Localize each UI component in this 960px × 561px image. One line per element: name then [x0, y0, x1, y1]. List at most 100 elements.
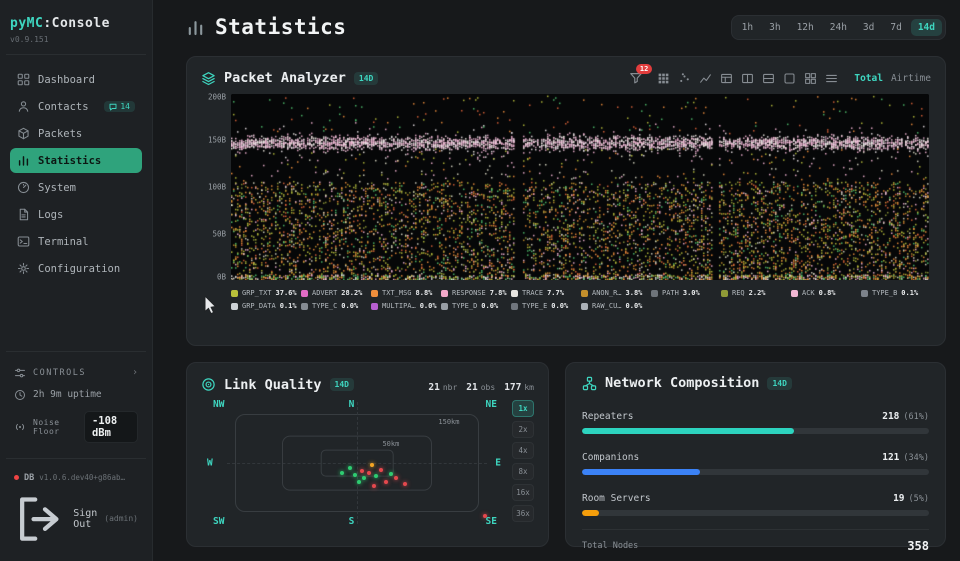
controls-label: CONTROLS	[33, 368, 86, 378]
range-ring-50km	[321, 450, 394, 477]
filter-button[interactable]: 12	[629, 71, 643, 85]
sidebar-item-packets[interactable]: Packets	[10, 121, 142, 146]
legend-color-chip	[861, 290, 868, 297]
composition-row-repeaters: Repeaters218(61%)	[582, 404, 929, 434]
sidebar-item-configuration[interactable]: Configuration	[10, 256, 142, 281]
layers-icon	[201, 71, 216, 86]
legend-item-trace[interactable]: TRACE7.7%	[511, 289, 581, 297]
composition-bar-track	[582, 428, 929, 434]
main-content: Statistics 1h3h12h24h3d7d14d Packet Anal…	[153, 0, 960, 561]
split-v-icon[interactable]	[741, 72, 754, 85]
zoom-button-36x[interactable]: 36x	[512, 505, 534, 522]
sidebar-item-terminal[interactable]: Terminal	[10, 229, 142, 254]
legend-color-chip	[371, 290, 378, 297]
time-range-3d[interactable]: 3d	[856, 19, 881, 36]
zoom-button-1x[interactable]: 1x	[512, 400, 534, 417]
composition-value: 19(5%)	[893, 486, 929, 505]
node-point-green	[374, 474, 378, 478]
sign-out-icon	[14, 493, 66, 545]
sidebar-item-label: System	[38, 182, 76, 194]
sidebar-item-logs[interactable]: Logs	[10, 202, 142, 227]
sidebar-item-dashboard[interactable]: Dashboard	[10, 67, 142, 92]
zoom-button-2x[interactable]: 2x	[512, 421, 534, 438]
legend-item-grp-txt[interactable]: GRP_TXT37.6%	[231, 289, 301, 297]
legend-percentage: 0.1%	[280, 302, 297, 310]
zoom-button-4x[interactable]: 4x	[512, 442, 534, 459]
packet-scatter-chart[interactable]	[231, 94, 929, 280]
ring-label-50km: 50km	[382, 440, 399, 448]
time-range-24h[interactable]: 24h	[823, 19, 854, 36]
view-airtime-toggle[interactable]: Airtime	[891, 73, 931, 84]
noise-floor-row: Noise Floor -108 dBm	[10, 406, 142, 448]
node-point-red	[394, 476, 398, 480]
brand: pyMC:Console v0.9.151	[10, 12, 142, 44]
zoom-button-16x[interactable]: 16x	[512, 484, 534, 501]
legend-color-chip	[651, 290, 658, 297]
filter-count-badge: 12	[636, 64, 652, 74]
legend-color-chip	[231, 290, 238, 297]
legend-color-chip	[231, 303, 238, 310]
scatter-icon[interactable]	[678, 72, 691, 85]
contacts-icon	[17, 100, 30, 113]
controls-toggle[interactable]: CONTROLS ›	[10, 362, 142, 384]
composition-label: Companions	[582, 452, 639, 463]
legend-item-txt-msg[interactable]: TXT_MSG8.8%	[371, 289, 441, 297]
grid-small-icon[interactable]	[804, 72, 817, 85]
line-icon[interactable]	[699, 72, 712, 85]
clock-icon	[14, 389, 26, 401]
node-point-green	[353, 473, 357, 477]
legend-item-multipa-[interactable]: MULTIPA…0.0%	[371, 302, 441, 310]
chat-icon	[109, 103, 117, 111]
packet-analyzer-title: Packet Analyzer	[224, 70, 346, 86]
compass-label-se: SE	[486, 516, 497, 527]
legend-color-chip	[581, 290, 588, 297]
split-h-icon[interactable]	[762, 72, 775, 85]
compass-label-n: N	[349, 399, 355, 410]
sidebar-nav: DashboardContacts14PacketsStatistics Syst…	[10, 67, 142, 281]
legend-item-advert[interactable]: ADVERT28.2%	[301, 289, 371, 297]
sidebar-item-statistics[interactable]: Statistics	[10, 148, 142, 173]
legend-item-anon-r-[interactable]: ANON_R…3.8%	[581, 289, 651, 297]
heatmap-icon[interactable]	[657, 72, 670, 85]
legend-item-grp-data[interactable]: GRP_DATA0.1%	[231, 302, 301, 310]
link-quality-panel: Link Quality 14D 21nbr21obs177km 50km150…	[186, 362, 549, 547]
time-range-1h[interactable]: 1h	[735, 19, 760, 36]
compass-label-ne: NE	[486, 399, 497, 410]
legend-item-type-c[interactable]: TYPE_C0.0%	[301, 302, 371, 310]
legend-item-path[interactable]: PATH3.0%	[651, 289, 721, 297]
legend-color-chip	[441, 290, 448, 297]
chevron-right-icon: ›	[132, 367, 138, 378]
time-range-14d[interactable]: 14d	[911, 19, 942, 36]
time-range-12h[interactable]: 12h	[790, 19, 821, 36]
sidebar-item-label: Logs	[38, 209, 63, 221]
legend-label: ADVERT	[312, 289, 337, 297]
legend-item-response[interactable]: RESPONSE7.8%	[441, 289, 511, 297]
legend-item-type-b[interactable]: TYPE_B0.1%	[861, 289, 931, 297]
table-icon[interactable]	[720, 72, 733, 85]
legend-item-ack[interactable]: ACK0.8%	[791, 289, 861, 297]
sidebar-item-system[interactable]: System	[10, 175, 142, 200]
legend-item-raw-cu-[interactable]: RAW_CU…0.0%	[581, 302, 651, 310]
legend-item-type-e[interactable]: TYPE_E0.0%	[511, 302, 581, 310]
legend-percentage: 0.8%	[819, 289, 836, 297]
db-version: v1.0.6.dev40+g86ab…	[39, 473, 125, 482]
zoom-button-8x[interactable]: 8x	[512, 463, 534, 480]
view-total-toggle[interactable]: Total	[854, 73, 883, 84]
time-range-3h[interactable]: 3h	[762, 19, 787, 36]
link-quality-title: Link Quality	[224, 377, 322, 393]
time-range-7d[interactable]: 7d	[883, 19, 908, 36]
sidebar-item-contacts[interactable]: Contacts14	[10, 94, 142, 119]
legend-percentage: 3.0%	[683, 289, 700, 297]
legend-label: RAW_CU…	[592, 302, 622, 310]
stat-km: 177km	[504, 375, 534, 394]
legend-item-type-d[interactable]: TYPE_D0.0%	[441, 302, 511, 310]
stat-obs: 21obs	[466, 375, 495, 394]
compass-label-nw: NW	[213, 399, 224, 410]
y-axis-tick: 100B	[208, 183, 226, 192]
y-axis-tick: 50B	[212, 229, 226, 238]
frame-icon[interactable]	[783, 72, 796, 85]
menu-icon[interactable]	[825, 72, 838, 85]
sign-out-button[interactable]: Sign Out (admin)	[10, 487, 142, 551]
composition-label: Repeaters	[582, 411, 633, 422]
legend-item-req[interactable]: REQ2.2%	[721, 289, 791, 297]
